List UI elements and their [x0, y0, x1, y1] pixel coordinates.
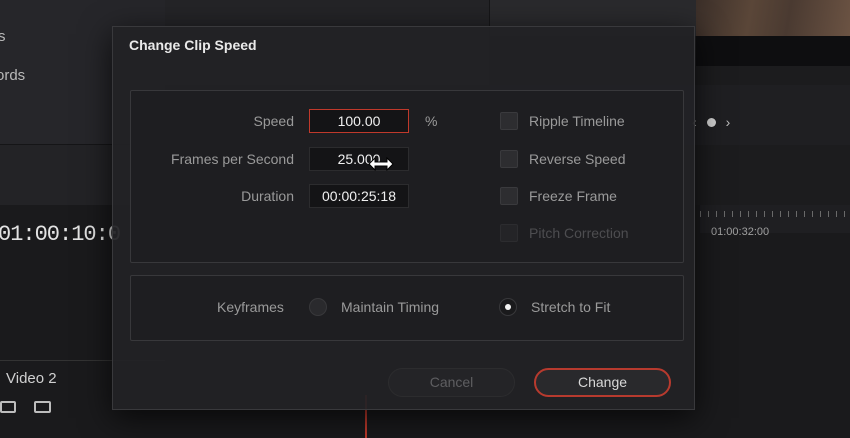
pitch-correction-option: Pitch Correction: [500, 224, 629, 242]
stretch-to-fit-radio[interactable]: [499, 298, 517, 316]
duration-label: Duration: [241, 188, 294, 204]
duration-input[interactable]: 00:00:25:18: [309, 184, 409, 208]
keyframes-label: Keyframes: [217, 299, 284, 315]
stretch-to-fit-option[interactable]: Stretch to Fit: [499, 298, 610, 316]
speed-label: Speed: [253, 113, 294, 129]
pitch-correction-label: Pitch Correction: [529, 225, 629, 241]
left-panel-label-fragment: s: [0, 28, 6, 45]
ripple-timeline-option[interactable]: Ripple Timeline: [500, 112, 625, 130]
maintain-timing-option[interactable]: Maintain Timing: [309, 298, 439, 316]
fps-label: Frames per Second: [171, 151, 294, 167]
fps-input[interactable]: 25.000: [309, 147, 409, 171]
viewer-nav: ‹ ›: [692, 114, 730, 130]
maintain-timing-radio[interactable]: [309, 298, 327, 316]
ripple-timeline-checkbox[interactable]: [500, 112, 518, 130]
dialog-title: Change Clip Speed: [129, 37, 257, 53]
freeze-frame-option[interactable]: Freeze Frame: [500, 187, 617, 205]
cancel-button[interactable]: Cancel: [388, 368, 515, 397]
stretch-to-fit-label: Stretch to Fit: [531, 299, 611, 315]
left-panel-label-fragment: ords: [0, 67, 26, 84]
pitch-correction-checkbox: [500, 224, 518, 242]
viewer-letterbox: [696, 36, 850, 66]
change-clip-speed-dialog: Change Clip Speed Speed 100.00 % Frames …: [112, 26, 695, 410]
ripple-timeline-label: Ripple Timeline: [529, 113, 625, 129]
track-display-icon[interactable]: [34, 401, 51, 413]
reverse-speed-option[interactable]: Reverse Speed: [500, 150, 626, 168]
resize-cursor-icon: [368, 157, 394, 171]
track-label: Video 2: [6, 370, 57, 387]
chevron-right-icon[interactable]: ›: [726, 114, 731, 130]
ruler-timecode: 01:00:32:00: [711, 226, 770, 238]
viewer-thumbnail: [696, 0, 850, 36]
freeze-frame-checkbox[interactable]: [500, 187, 518, 205]
reverse-speed-label: Reverse Speed: [529, 151, 626, 167]
dot-icon[interactable]: [706, 117, 716, 127]
maintain-timing-label: Maintain Timing: [341, 299, 440, 315]
freeze-frame-label: Freeze Frame: [529, 188, 617, 204]
speed-input[interactable]: 100.00: [309, 109, 409, 133]
auto-select-icon[interactable]: [0, 401, 16, 413]
change-button[interactable]: Change: [534, 368, 671, 397]
track-controls: [0, 401, 51, 413]
reverse-speed-checkbox[interactable]: [500, 150, 518, 168]
percent-unit: %: [425, 113, 438, 129]
timeline-timecode: 01:00:10:0: [0, 222, 121, 247]
